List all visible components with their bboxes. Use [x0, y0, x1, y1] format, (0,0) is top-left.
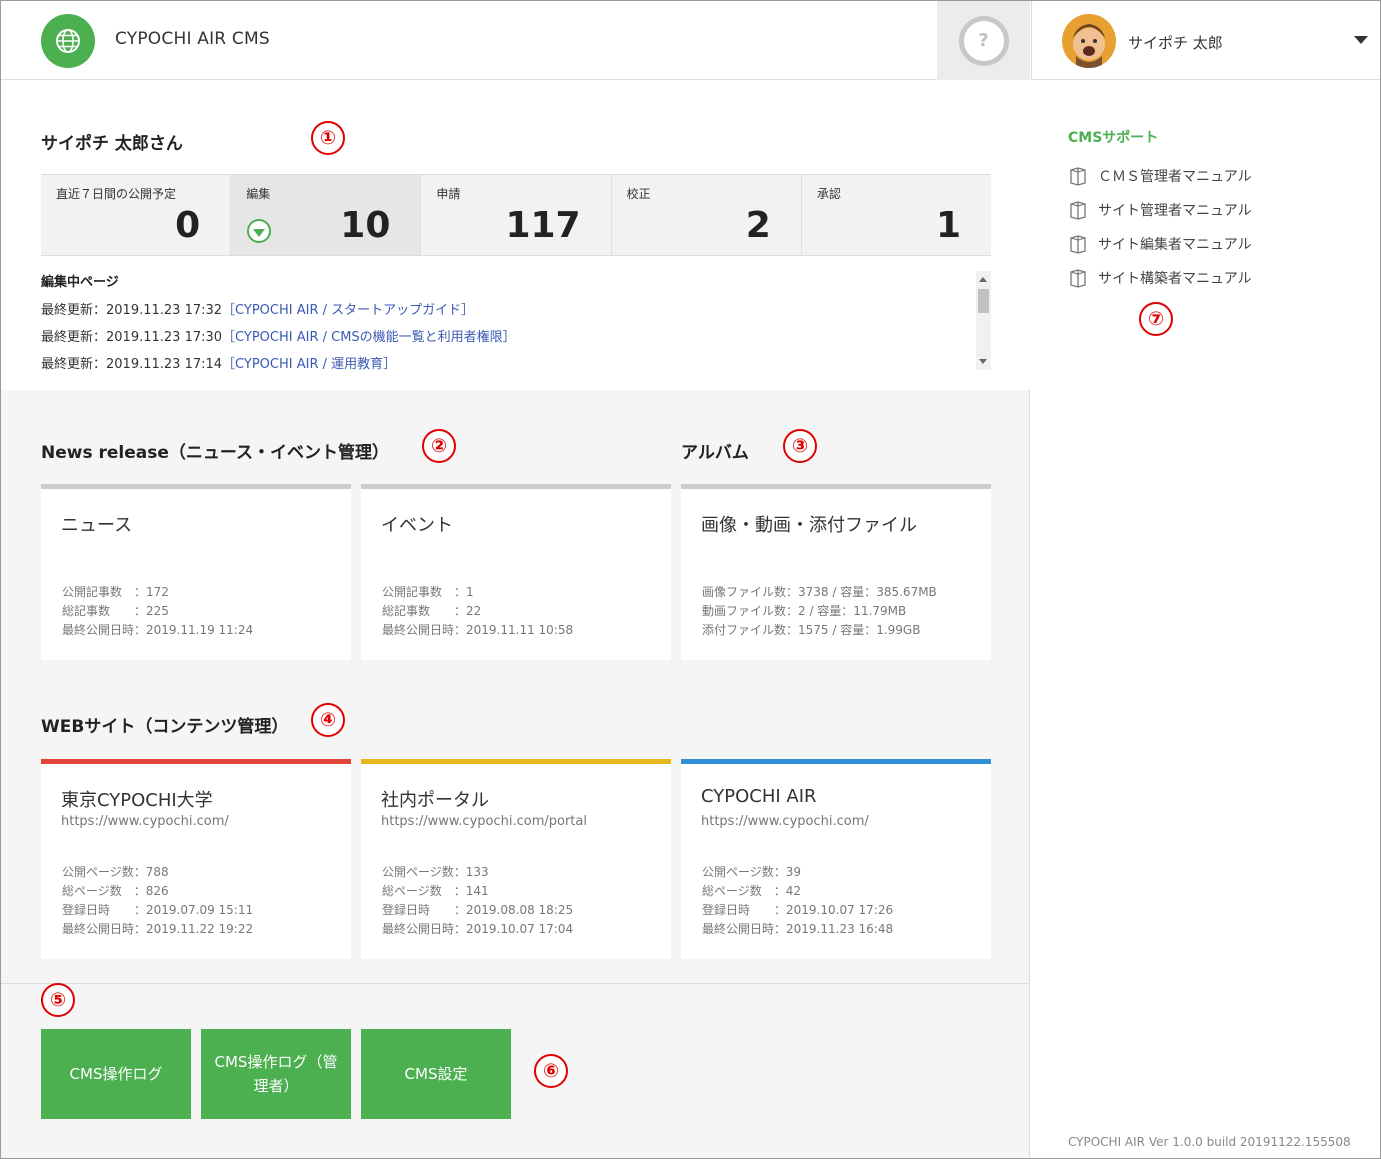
card-title: 画像・動画・添付ファイル	[701, 515, 917, 536]
scroll-down-icon[interactable]	[979, 359, 987, 364]
list-item: 最終更新：2019.11.23 17:32［CYPOCHI AIR / スタート…	[41, 299, 991, 318]
manual-site-editor[interactable]: サイト編集者マニュアル	[1068, 227, 1252, 261]
list-item: 最終更新：2019.11.23 17:14［CYPOCHI AIR / 運用教育…	[41, 353, 991, 372]
manual-label: ＣＭＳ管理者マニュアル	[1098, 169, 1252, 185]
scrollbar[interactable]	[976, 271, 991, 370]
card-title: 東京CYPOCHI大学	[61, 790, 213, 811]
page-link[interactable]: ［CYPOCHI AIR / CMSの機能一覧と利用者権限］	[222, 330, 516, 345]
stat-request[interactable]: 申請 117	[421, 175, 612, 255]
stat-label: 申請	[436, 187, 461, 201]
stat-label: 校正	[626, 187, 651, 201]
marker-4: ④	[311, 703, 345, 737]
stat-value: 0	[175, 205, 201, 246]
manual-label: サイト構築者マニュアル	[1098, 271, 1252, 287]
manual-site-builder[interactable]: サイト構築者マニュアル	[1068, 261, 1252, 295]
manual-list: ＣＭＳ管理者マニュアル サイト管理者マニュアル サイト編集者マニュアル サイト構…	[1068, 159, 1252, 295]
cms-admin-log-button[interactable]: CMS操作ログ（管理者）	[201, 1029, 351, 1119]
news-card[interactable]: ニュース 公開記事数 ：172 総記事数 ：225 最終公開日時：2019.11…	[41, 484, 351, 660]
support-sidebar: CMSサポート ＣＭＳ管理者マニュアル サイト管理者マニュアル サイト編集者マニ…	[1031, 81, 1380, 1158]
page-link[interactable]: ［CYPOCHI AIR / 運用教育］	[222, 357, 396, 372]
stat-label: 編集	[246, 187, 271, 201]
site-card-tokyo-university[interactable]: 東京CYPOCHI大学 https://www.cypochi.com/ 公開ペ…	[41, 759, 351, 959]
card-title: 社内ポータル	[381, 790, 489, 811]
card-meta: 公開ページ数：788 総ページ数 ：826 登録日時 ：2019.07.09 1…	[62, 865, 254, 936]
edit-time: 最終更新：2019.11.23 17:30	[41, 330, 223, 345]
main-content: サイポチ 太郎さん ① 直近７日間の公開予定 0 編集 10 申請 117 校正…	[1, 81, 1030, 1158]
support-title: CMSサポート	[1068, 130, 1159, 146]
card-url: https://www.cypochi.com/	[61, 814, 229, 829]
user-menu[interactable]: サイポチ 太郎	[1031, 1, 1380, 80]
stat-proofread[interactable]: 校正 2	[612, 175, 802, 255]
book-icon	[1070, 167, 1086, 186]
card-title: CYPOCHI AIR	[701, 786, 817, 807]
stat-value: 1	[935, 205, 962, 246]
chevron-down-icon[interactable]	[1354, 36, 1368, 44]
help-icon: ?	[958, 15, 1009, 66]
card-title: ニュース	[61, 515, 133, 536]
cms-settings-button[interactable]: CMS設定	[361, 1029, 511, 1119]
card-meta: 公開記事数 ：172 総記事数 ：225 最終公開日時：2019.11.19 1…	[62, 585, 254, 637]
card-meta: 画像ファイル数：3738 / 容量：385.67MB 動画ファイル数：2 / 容…	[702, 585, 937, 637]
card-meta: 公開ページ数：39 総ページ数 ：42 登録日時 ：2019.10.07 17:…	[702, 865, 894, 936]
stat-label: 直近７日間の公開予定	[56, 187, 177, 201]
scroll-up-icon[interactable]	[979, 277, 987, 282]
stat-approval[interactable]: 承認 1	[802, 175, 991, 255]
list-item: 最終更新：2019.11.23 17:30［CYPOCHI AIR / CMSの…	[41, 326, 991, 345]
page-link[interactable]: ［CYPOCHI AIR / スタートアップガイド］	[222, 303, 474, 318]
edit-time: 最終更新：2019.11.23 17:14	[41, 357, 223, 372]
card-url: https://www.cypochi.com/portal	[381, 814, 587, 829]
album-card[interactable]: 画像・動画・添付ファイル 画像ファイル数：3738 / 容量：385.67MB …	[681, 484, 991, 660]
manual-site-admin[interactable]: サイト管理者マニュアル	[1068, 193, 1252, 227]
greeting-title: サイポチ 太郎さん	[41, 134, 183, 154]
expand-down-icon[interactable]	[247, 219, 272, 243]
version-info: CYPOCHI AIR Ver 1.0.0 build 20191122.155…	[1068, 1135, 1351, 1149]
avatar	[1062, 14, 1116, 68]
stat-value: 117	[505, 205, 581, 246]
book-icon	[1070, 235, 1086, 254]
marker-1: ①	[311, 121, 345, 155]
marker-3: ③	[783, 429, 817, 463]
manual-label: サイト編集者マニュアル	[1098, 237, 1252, 253]
user-name: サイポチ 太郎	[1128, 34, 1223, 52]
stat-editing[interactable]: 編集 10	[231, 175, 422, 255]
site-card-portal[interactable]: 社内ポータル https://www.cypochi.com/portal 公開…	[361, 759, 671, 959]
card-url: https://www.cypochi.com/	[701, 814, 869, 829]
marker-7: ⑦	[1139, 302, 1173, 336]
editing-title: 編集中ページ	[41, 275, 119, 290]
book-icon	[1070, 201, 1086, 220]
card-meta: 公開記事数 ：1 総記事数 ：22 最終公開日時：2019.11.11 10:5…	[382, 585, 574, 637]
stat-value: 2	[745, 205, 771, 246]
status-summary: 直近７日間の公開予定 0 編集 10 申請 117 校正 2 承認 1	[41, 174, 991, 256]
website-section-title: WEBサイト（コンテンツ管理）	[41, 717, 289, 737]
globe-logo-icon[interactable]	[41, 14, 95, 68]
summary-panel: サイポチ 太郎さん ① 直近７日間の公開予定 0 編集 10 申請 117 校正…	[1, 81, 1030, 390]
stat-value: 10	[340, 205, 391, 246]
marker-6: ⑥	[534, 1054, 568, 1088]
editing-pages-list: 編集中ページ 最終更新：2019.11.23 17:32［CYPOCHI AIR…	[41, 271, 991, 372]
divider	[1, 983, 1030, 984]
manual-label: サイト管理者マニュアル	[1098, 203, 1252, 219]
stat-scheduled[interactable]: 直近７日間の公開予定 0	[41, 175, 232, 255]
marker-2: ②	[422, 429, 456, 463]
card-meta: 公開ページ数：133 総ページ数 ：141 登録日時 ：2019.08.08 1…	[382, 865, 574, 936]
scroll-thumb[interactable]	[978, 289, 989, 313]
top-header: CYPOCHI AIR CMS ? サイポチ 太郎	[1, 1, 1380, 80]
album-section-title: アルバム	[681, 443, 749, 463]
manual-cms-admin[interactable]: ＣＭＳ管理者マニュアル	[1068, 159, 1252, 193]
card-title: イベント	[381, 515, 453, 536]
site-card-cypochi-air[interactable]: CYPOCHI AIR https://www.cypochi.com/ 公開ペ…	[681, 759, 991, 959]
event-card[interactable]: イベント 公開記事数 ：1 総記事数 ：22 最終公開日時：2019.11.11…	[361, 484, 671, 660]
news-section-title: News release（ニュース・イベント管理）	[41, 443, 390, 463]
marker-5: ⑤	[41, 983, 75, 1017]
cms-log-button[interactable]: CMS操作ログ	[41, 1029, 191, 1119]
edit-time: 最終更新：2019.11.23 17:32	[41, 303, 223, 318]
help-button[interactable]: ?	[937, 1, 1030, 80]
book-icon	[1070, 269, 1086, 288]
app-title: CYPOCHI AIR CMS	[115, 29, 270, 49]
stat-label: 承認	[816, 187, 841, 201]
